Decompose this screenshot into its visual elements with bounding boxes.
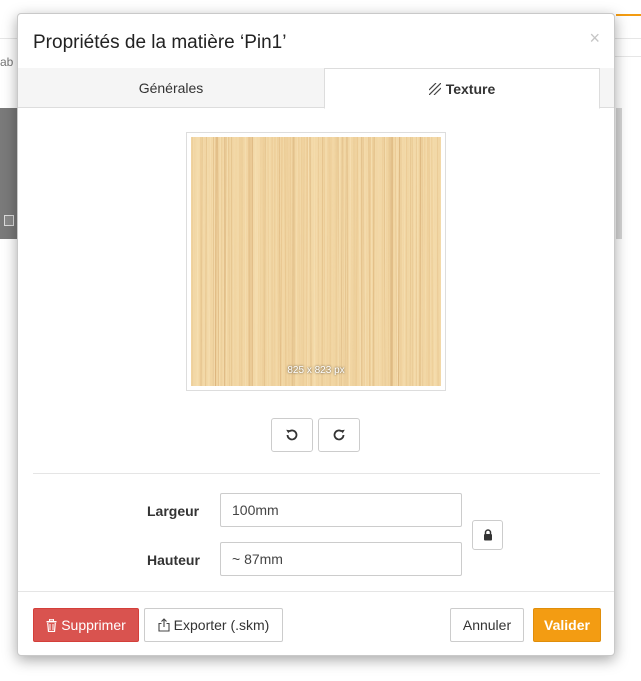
validate-button[interactable]: Valider <box>533 608 601 642</box>
delete-button[interactable]: Supprimer <box>33 608 139 642</box>
width-input[interactable] <box>220 493 462 527</box>
background-accent-bar <box>616 14 641 16</box>
wood-texture-image <box>191 137 441 386</box>
aspect-lock-button[interactable] <box>472 520 503 550</box>
dialog-header: Propriétés de la matière ‘Pin1’ × <box>18 14 614 70</box>
hatch-icon <box>428 83 441 95</box>
rotate-right-button[interactable] <box>318 418 360 452</box>
export-button[interactable]: Exporter (.skm) <box>144 608 283 642</box>
background-partial-text: ab <box>0 55 14 69</box>
export-label: Exporter (.skm) <box>173 617 270 633</box>
width-label: Largeur <box>147 503 200 519</box>
tab-generales[interactable]: Générales <box>18 68 324 108</box>
lock-icon <box>484 529 492 541</box>
height-label: Hauteur <box>147 552 200 568</box>
share-export-icon <box>158 618 170 632</box>
texture-size-label: 825 x 823 px <box>287 365 345 376</box>
tab-label: Texture <box>445 81 496 97</box>
close-button[interactable]: × <box>589 28 600 48</box>
height-input[interactable] <box>220 542 462 576</box>
tab-texture[interactable]: Texture <box>324 68 600 109</box>
footer-divider <box>18 591 614 592</box>
rotate-left-button[interactable] <box>271 418 313 452</box>
section-divider <box>33 473 600 474</box>
cancel-button[interactable]: Annuler <box>450 608 524 642</box>
texture-preview[interactable]: 825 x 823 px <box>186 132 446 391</box>
tab-label: Générales <box>138 80 204 96</box>
rotate-cw-icon <box>333 429 345 441</box>
tab-bar: Générales Texture <box>18 68 614 109</box>
trash-icon <box>46 619 57 632</box>
background-thumbnail-right <box>616 108 622 239</box>
background-divider-right <box>614 56 641 57</box>
background-icon <box>4 215 14 226</box>
material-properties-dialog: Propriétés de la matière ‘Pin1’ × Généra… <box>17 13 615 656</box>
dialog-title: Propriétés de la matière ‘Pin1’ <box>33 32 287 53</box>
rotate-ccw-icon <box>286 429 298 441</box>
delete-label: Supprimer <box>61 617 126 633</box>
texture-image: 825 x 823 px <box>191 137 441 386</box>
